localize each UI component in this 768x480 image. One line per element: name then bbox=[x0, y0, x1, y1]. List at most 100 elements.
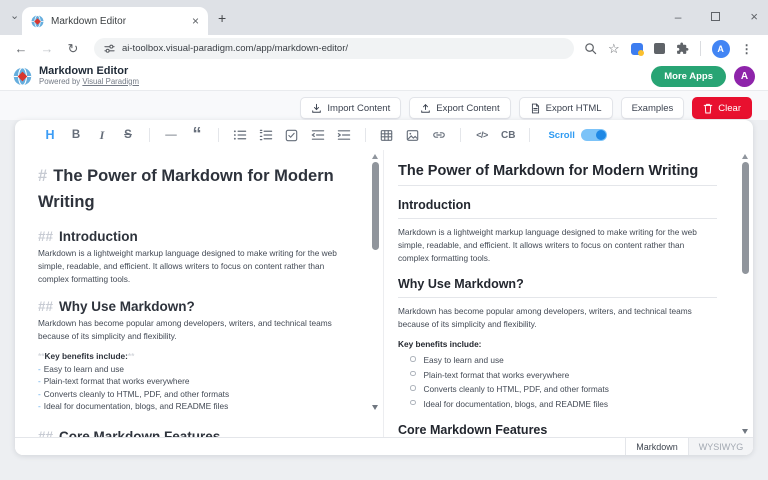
editor-h2-line: ##Core Markdown Features bbox=[38, 429, 349, 437]
preview-core-heading: Core Markdown Features bbox=[398, 423, 717, 437]
export-content-label: Export Content bbox=[436, 103, 499, 114]
examples-label: Examples bbox=[632, 103, 674, 114]
editor-benefits-label: Key benefits include: bbox=[44, 351, 127, 361]
table-icon[interactable] bbox=[380, 129, 394, 142]
inline-code-icon[interactable]: </> bbox=[475, 130, 489, 140]
scrollbar-up-icon[interactable] bbox=[742, 154, 748, 159]
preview-intro-paragraph: Markdown is a lightweight markup languag… bbox=[398, 226, 717, 265]
link-icon[interactable] bbox=[432, 128, 446, 142]
more-apps-button[interactable]: More Apps bbox=[651, 66, 726, 87]
zoom-search-icon[interactable] bbox=[584, 42, 597, 55]
tab-title: Markdown Editor bbox=[51, 16, 185, 27]
browser-profile-avatar[interactable]: A bbox=[712, 40, 730, 58]
powered-by-text: Powered by Visual Paradigm bbox=[39, 78, 139, 87]
scrollbar-down-icon[interactable] bbox=[742, 429, 748, 434]
refresh-icon[interactable]: ↻ bbox=[62, 41, 84, 57]
preview-benefits-list: Easy to learn and use Plain-text format … bbox=[398, 353, 717, 411]
preview-why-paragraph: Markdown has become popular among develo… bbox=[398, 305, 717, 331]
back-icon[interactable]: ← bbox=[10, 41, 32, 56]
export-html-button[interactable]: Export HTML bbox=[519, 97, 613, 119]
bold-icon[interactable]: B bbox=[69, 129, 83, 141]
new-tab-button[interactable]: + bbox=[218, 10, 226, 26]
window-close-icon[interactable]: × bbox=[750, 9, 758, 24]
task-list-icon[interactable] bbox=[285, 129, 299, 142]
tab-wysiwyg[interactable]: WYSIWYG bbox=[689, 438, 753, 455]
h2-marker: ## bbox=[38, 299, 53, 314]
export-content-button[interactable]: Export Content bbox=[409, 97, 510, 119]
powered-by-prefix: Powered by bbox=[39, 77, 80, 86]
window-maximize-icon[interactable] bbox=[711, 12, 720, 21]
user-avatar[interactable]: A bbox=[734, 66, 755, 87]
formatting-toolbar: H B I S — “ </> CB bbox=[15, 120, 753, 150]
url-field[interactable]: ai-toolbox.visual-paradigm.com/app/markd… bbox=[94, 38, 574, 59]
dash-marker: - bbox=[38, 389, 41, 399]
blockquote-icon[interactable]: “ bbox=[190, 131, 204, 140]
clear-button[interactable]: Clear bbox=[692, 97, 752, 119]
italic-icon[interactable]: I bbox=[95, 128, 109, 143]
export-html-file-icon bbox=[530, 103, 541, 114]
extensions-puzzle-icon[interactable] bbox=[676, 42, 689, 55]
tab-markdown[interactable]: Markdown bbox=[625, 438, 689, 455]
browser-window: ⌄ Markdown Editor × + – × ← → ↻ ai-toolb… bbox=[0, 0, 768, 480]
examples-button[interactable]: Examples bbox=[621, 97, 685, 119]
preview-benefits-label: Key benefits include: bbox=[398, 339, 717, 349]
heading-icon[interactable]: H bbox=[43, 128, 57, 142]
outdent-icon[interactable] bbox=[311, 128, 325, 142]
tab-search-chevron-icon[interactable]: ⌄ bbox=[10, 9, 19, 22]
site-settings-tune-icon[interactable] bbox=[104, 43, 115, 54]
preview-pane[interactable]: The Power of Markdown for Modern Writing… bbox=[383, 150, 753, 437]
editor-why-paragraph: Markdown has become popular among develo… bbox=[38, 317, 349, 343]
bookmark-star-icon[interactable]: ☆ bbox=[608, 41, 620, 57]
image-icon[interactable] bbox=[406, 129, 420, 142]
document-actions: Import Content Export Content Export HTM… bbox=[300, 97, 752, 119]
scrollbar-up-icon[interactable] bbox=[372, 154, 378, 159]
url-text[interactable]: ai-toolbox.visual-paradigm.com/app/markd… bbox=[122, 43, 348, 54]
dash-marker: - bbox=[38, 401, 41, 411]
code-block-icon[interactable]: CB bbox=[501, 130, 515, 141]
extension-icon-dark[interactable] bbox=[654, 43, 665, 54]
window-minimize-icon[interactable]: – bbox=[675, 10, 682, 24]
forward-icon[interactable]: → bbox=[36, 41, 58, 56]
h2-marker: ## bbox=[38, 229, 53, 244]
numbered-list-icon[interactable] bbox=[259, 128, 273, 142]
browser-menu-icon[interactable]: ⋮ bbox=[741, 42, 753, 56]
editor-core-heading: Core Markdown Features bbox=[59, 429, 220, 437]
editor-doc-title: The Power of Markdown for Modern Writing bbox=[38, 167, 334, 211]
toolbar-separator bbox=[460, 128, 461, 142]
preview-benefit-item: Converts cleanly to HTML, PDF, and other… bbox=[410, 382, 717, 397]
editor-list-line: -Plain-text format that works everywhere bbox=[38, 375, 349, 388]
tab-close-icon[interactable]: × bbox=[192, 15, 199, 27]
strikethrough-icon[interactable]: S bbox=[121, 129, 135, 141]
scrollbar-thumb[interactable] bbox=[372, 162, 379, 250]
export-upload-icon bbox=[420, 103, 431, 114]
main-content: Import Content Export Content Export HTM… bbox=[0, 91, 768, 480]
editor-benefit-item: Easy to learn and use bbox=[44, 364, 124, 374]
markdown-editor-pane[interactable]: #The Power of Markdown for Modern Writin… bbox=[15, 150, 383, 437]
scroll-sync-toggle[interactable] bbox=[581, 129, 607, 141]
browser-tab[interactable]: Markdown Editor × bbox=[22, 7, 208, 35]
scrollbar-thumb[interactable] bbox=[742, 162, 749, 274]
import-content-label: Import Content bbox=[327, 103, 390, 114]
export-html-label: Export HTML bbox=[546, 103, 602, 114]
import-content-button[interactable]: Import Content bbox=[300, 97, 401, 119]
visual-paradigm-link[interactable]: Visual Paradigm bbox=[82, 77, 139, 86]
trash-icon bbox=[703, 103, 713, 114]
scrollbar-down-icon[interactable] bbox=[372, 405, 378, 410]
bullet-list-icon[interactable] bbox=[233, 128, 247, 142]
preview-intro-heading: Introduction bbox=[398, 198, 717, 219]
editor-card: H B I S — “ </> CB bbox=[15, 120, 753, 455]
editor-benefit-item: Ideal for documentation, blogs, and READ… bbox=[44, 401, 228, 411]
editor-scrollbar[interactable] bbox=[369, 154, 381, 410]
preview-benefit-item: Plain-text format that works everywhere bbox=[410, 368, 717, 383]
preview-scrollbar[interactable] bbox=[739, 154, 751, 434]
preview-benefit-item: Ideal for documentation, blogs, and READ… bbox=[410, 397, 717, 412]
editor-mode-tabbar: Markdown WYSIWYG bbox=[15, 437, 753, 455]
preview-doc-title: The Power of Markdown for Modern Writing bbox=[398, 163, 717, 186]
preview-benefit-item: Easy to learn and use bbox=[410, 353, 717, 368]
toolbar-separator bbox=[365, 128, 366, 142]
indent-icon[interactable] bbox=[337, 128, 351, 142]
app-header: Markdown Editor Powered by Visual Paradi… bbox=[0, 62, 768, 91]
extension-icon-blue[interactable] bbox=[631, 43, 643, 55]
horizontal-rule-icon[interactable]: — bbox=[164, 129, 178, 141]
editor-why-heading: Why Use Markdown? bbox=[59, 299, 195, 314]
